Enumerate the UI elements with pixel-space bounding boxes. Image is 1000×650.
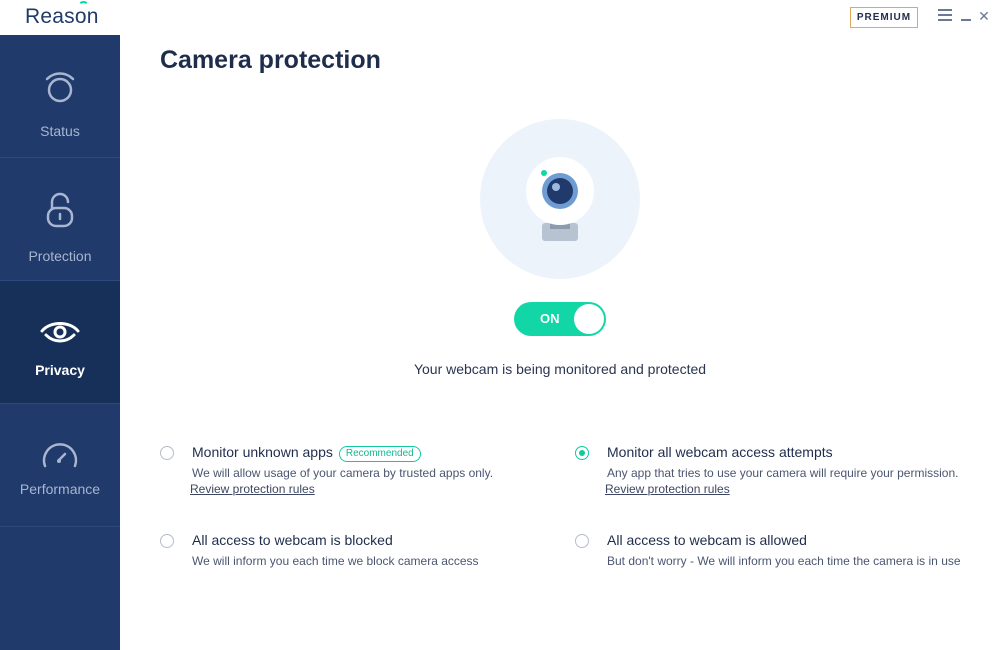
sidebar-item-label: Performance: [19, 481, 101, 497]
review-rules-link[interactable]: Review protection rules: [190, 482, 315, 496]
radio-monitor-all-attempts[interactable]: [575, 446, 589, 460]
app-logo: Reaso n: [25, 1, 99, 29]
radio-monitor-unknown-apps[interactable]: [160, 446, 174, 460]
toggle-label: ON: [540, 311, 560, 326]
option-description: But don't worry - We will inform you eac…: [607, 554, 961, 568]
webcam-illustration: [480, 119, 640, 279]
page-title: Camera protection: [160, 46, 381, 74]
sidebar-item-performance[interactable]: Performance: [0, 404, 120, 527]
toggle-knob: [574, 304, 604, 334]
option-title[interactable]: Monitor unknown apps Recommended: [192, 444, 421, 462]
option-title[interactable]: All access to webcam is allowed: [607, 532, 807, 548]
sidebar-item-label: Protection: [28, 248, 92, 264]
webcam-icon: [526, 157, 594, 241]
camera-protection-toggle[interactable]: ON: [514, 302, 606, 336]
close-icon[interactable]: ✕: [976, 6, 992, 26]
sidebar-item-status[interactable]: Status: [0, 35, 120, 158]
option-description: Any app that tries to use your camera wi…: [607, 466, 959, 480]
protection-status: Your webcam is being monitored and prote…: [413, 361, 707, 377]
radio-access-allowed[interactable]: [575, 534, 589, 548]
minimize-icon[interactable]: [958, 6, 974, 26]
sidebar: Status Protection Privacy Performance: [0, 35, 120, 650]
sidebar-item-protection[interactable]: Protection: [0, 158, 120, 281]
premium-button[interactable]: PREMIUM: [850, 7, 918, 28]
speedometer-icon: [42, 443, 78, 468]
option-description: We will inform you each time we block ca…: [192, 554, 479, 568]
recommended-badge: Recommended: [338, 446, 421, 462]
radio-access-blocked[interactable]: [160, 534, 174, 548]
sidebar-item-privacy[interactable]: Privacy: [0, 281, 120, 404]
option-title[interactable]: Monitor all webcam access attempts: [607, 444, 833, 460]
sidebar-item-label: Status: [40, 123, 80, 139]
eye-icon: [40, 322, 80, 343]
review-rules-link[interactable]: Review protection rules: [605, 482, 730, 496]
option-title[interactable]: All access to webcam is blocked: [192, 532, 393, 548]
lock-icon: [46, 192, 74, 228]
title-bar: Reaso n PREMIUM ✕: [0, 0, 1000, 35]
status-icon: [45, 72, 75, 103]
menu-icon[interactable]: [937, 6, 953, 26]
option-description: We will allow usage of your camera by tr…: [192, 466, 494, 480]
